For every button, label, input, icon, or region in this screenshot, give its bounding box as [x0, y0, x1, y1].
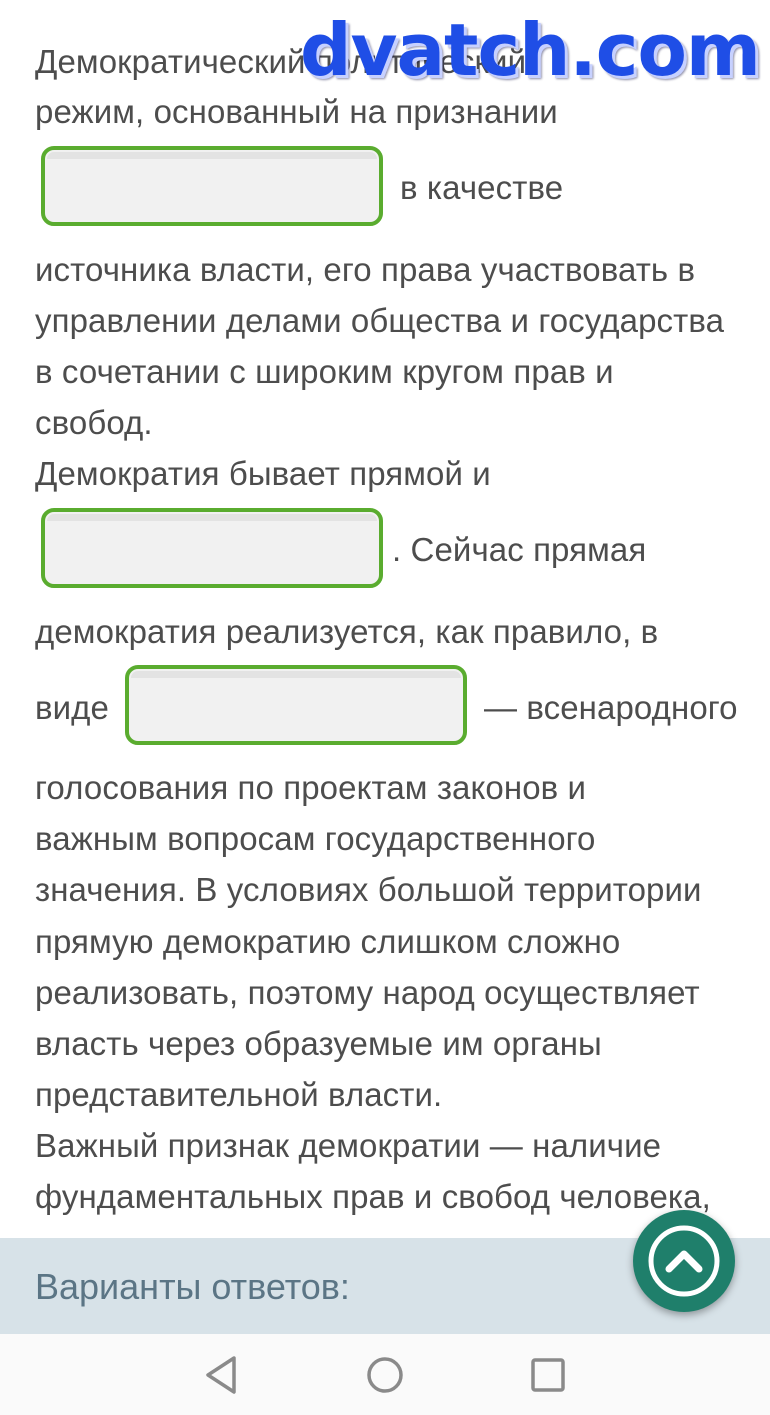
chevron-up-icon [648, 1225, 720, 1297]
text-line: реализовать, поэтому народ осуществляет [35, 974, 700, 1011]
text-line: голосования по проектам законов и [35, 769, 587, 806]
text-line: Демократия бывает прямой и [35, 455, 491, 492]
scroll-up-button[interactable] [633, 1210, 735, 1312]
text-line: в качестве [400, 169, 564, 206]
recents-square-icon[interactable] [523, 1352, 573, 1398]
home-circle-icon[interactable] [360, 1352, 410, 1398]
text-line: источника власти, его права участвовать … [35, 251, 696, 288]
text-line: демократия реализуется, как правило, в [35, 613, 659, 650]
answers-title: Варианты ответов: [35, 1266, 350, 1307]
back-triangle-icon[interactable] [198, 1352, 248, 1398]
text-line: власть через образуемые им органы [35, 1025, 602, 1062]
text-line: фундаментальных прав и свобод человека, [35, 1178, 711, 1215]
text-line: управлении делами общества и государства [35, 302, 725, 339]
system-navigation-bar [0, 1334, 770, 1415]
answer-blank-2[interactable] [41, 508, 383, 588]
text-line: режим, основанный на признании [35, 93, 558, 130]
text-line: представительной власти. [35, 1076, 443, 1113]
text-line: прямую демократию слишком сложно [35, 923, 621, 960]
answer-blank-1[interactable] [41, 146, 383, 226]
text-line: виде [35, 689, 109, 726]
watermark: dvatch.com [300, 8, 761, 92]
answer-blank-3[interactable] [125, 665, 467, 745]
text-line: — всенародного [484, 689, 738, 726]
text-line: значения. В условиях большой территории [35, 871, 702, 908]
text-line: важным вопросам государственного [35, 820, 596, 857]
text-line: свобод. [35, 404, 153, 441]
text-line: . Сейчас прямая [392, 531, 647, 568]
text-line: в сочетании с широким кругом прав и [35, 353, 614, 390]
exercise-text-area: Демократический политический режим, осно… [0, 0, 770, 1238]
text-line: Важный признак демократии — наличие [35, 1127, 662, 1164]
